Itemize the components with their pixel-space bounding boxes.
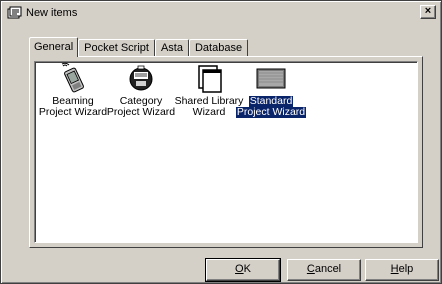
tab-general[interactable]: General bbox=[29, 37, 79, 57]
ok-button[interactable]: OK bbox=[205, 258, 281, 282]
help-mnemonic: H bbox=[390, 263, 399, 275]
close-button[interactable]: × bbox=[420, 5, 436, 19]
title-bar[interactable]: New items × bbox=[4, 4, 438, 22]
cancel-label-rest: ancel bbox=[314, 263, 342, 275]
tab-asta[interactable]: Asta bbox=[154, 39, 189, 57]
tab-label: General bbox=[34, 41, 74, 53]
cancel-mnemonic: C bbox=[306, 263, 315, 275]
window-title: New items bbox=[26, 7, 78, 19]
tab-label: Database bbox=[194, 42, 243, 54]
tab-label: Asta bbox=[160, 42, 183, 54]
new-items-dialog: New items × General Pocket Script Asta D… bbox=[0, 0, 442, 284]
item-label-line2: Project Wizard bbox=[235, 106, 307, 118]
ok-mnemonic: O bbox=[235, 263, 244, 275]
items-list[interactable]: Beaming Project Wizard Category Project … bbox=[34, 61, 418, 243]
pda-beam-icon bbox=[57, 62, 89, 94]
help-button[interactable]: Help bbox=[365, 259, 439, 281]
tab-panel: Beaming Project Wizard Category Project … bbox=[29, 56, 423, 248]
standard-project-icon bbox=[255, 62, 287, 94]
tab-database[interactable]: Database bbox=[188, 39, 249, 57]
close-icon: × bbox=[424, 5, 432, 17]
cancel-button[interactable]: Cancel bbox=[287, 259, 361, 281]
item-label-line2: Project Wizard bbox=[106, 106, 176, 118]
ok-label-rest: K bbox=[243, 263, 251, 275]
app-icon bbox=[7, 6, 23, 20]
item-label-line2: Wizard bbox=[192, 106, 226, 118]
tab-label: Pocket Script bbox=[84, 42, 149, 54]
tab-strip: General Pocket Script Asta Database bbox=[29, 37, 249, 57]
tab-pocket-script[interactable]: Pocket Script bbox=[78, 39, 155, 57]
list-item-standard-project-wizard[interactable]: Standard Project Wizard bbox=[235, 62, 307, 118]
item-label-line2: Project Wizard bbox=[38, 106, 108, 118]
help-label-rest: elp bbox=[398, 263, 414, 275]
category-icon bbox=[125, 62, 157, 94]
list-item-beaming-project-wizard[interactable]: Beaming Project Wizard bbox=[37, 62, 109, 118]
shared-library-icon bbox=[193, 62, 225, 94]
list-item-category-project-wizard[interactable]: Category Project Wizard bbox=[105, 62, 177, 118]
